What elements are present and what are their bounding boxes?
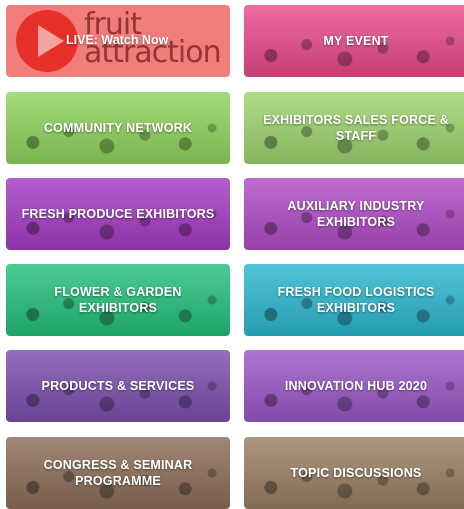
tile-label: FRESH FOOD LOGISTICS EXHIBITORS [277, 285, 435, 315]
tile-label: AUXILIARY INDUSTRY EXHIBITORS [287, 199, 425, 229]
tile-congress-seminar-programme[interactable]: CONGRESS & SEMINAR PROGRAMME [6, 437, 230, 509]
tile-community-network[interactable]: COMMUNITY NETWORK [6, 92, 230, 164]
tile-innovation-hub-2020[interactable]: INNOVATION HUB 2020 [244, 350, 464, 422]
tile-label: COMMUNITY NETWORK [43, 121, 193, 135]
tile-auxiliary-industry-exhibitors[interactable]: AUXILIARY INDUSTRY EXHIBITORS [244, 178, 464, 250]
tile-label: CONGRESS & SEMINAR PROGRAMME [43, 458, 193, 488]
tile-fresh-food-logistics-exhibitors[interactable]: FRESH FOOD LOGISTICS EXHIBITORS [244, 264, 464, 336]
tile-label: FRESH PRODUCE EXHIBITORS [21, 207, 215, 221]
tile-label: LIVE: Watch Now [66, 33, 169, 47]
tile-products-services[interactable]: PRODUCTS & SERVICES [6, 350, 230, 422]
tile-fresh-produce-exhibitors[interactable]: FRESH PRODUCE EXHIBITORS [6, 178, 230, 250]
tile-topic-discussions[interactable]: TOPIC DISCUSSIONS [244, 437, 464, 509]
tile-flower-garden-exhibitors[interactable]: FLOWER & GARDEN EXHIBITORS [6, 264, 230, 336]
tile-exhibitors-sales-force-staff[interactable]: EXHIBITORS SALES FORCE & STAFF [244, 92, 464, 164]
tile-my-event[interactable]: MY EVENT [244, 5, 464, 77]
menu-grid: fruit attraction LIVE: Watch Now MY EVEN… [0, 0, 464, 509]
tile-live-watch-now[interactable]: fruit attraction LIVE: Watch Now [6, 5, 230, 77]
play-icon [38, 25, 64, 57]
tile-label: TOPIC DISCUSSIONS [290, 466, 422, 480]
tile-label: PRODUCTS & SERVICES [41, 379, 195, 393]
tile-label: INNOVATION HUB 2020 [284, 379, 428, 393]
tile-label: MY EVENT [323, 34, 389, 48]
tile-label: EXHIBITORS SALES FORCE & STAFF [263, 113, 449, 143]
tile-label: FLOWER & GARDEN EXHIBITORS [54, 285, 182, 315]
